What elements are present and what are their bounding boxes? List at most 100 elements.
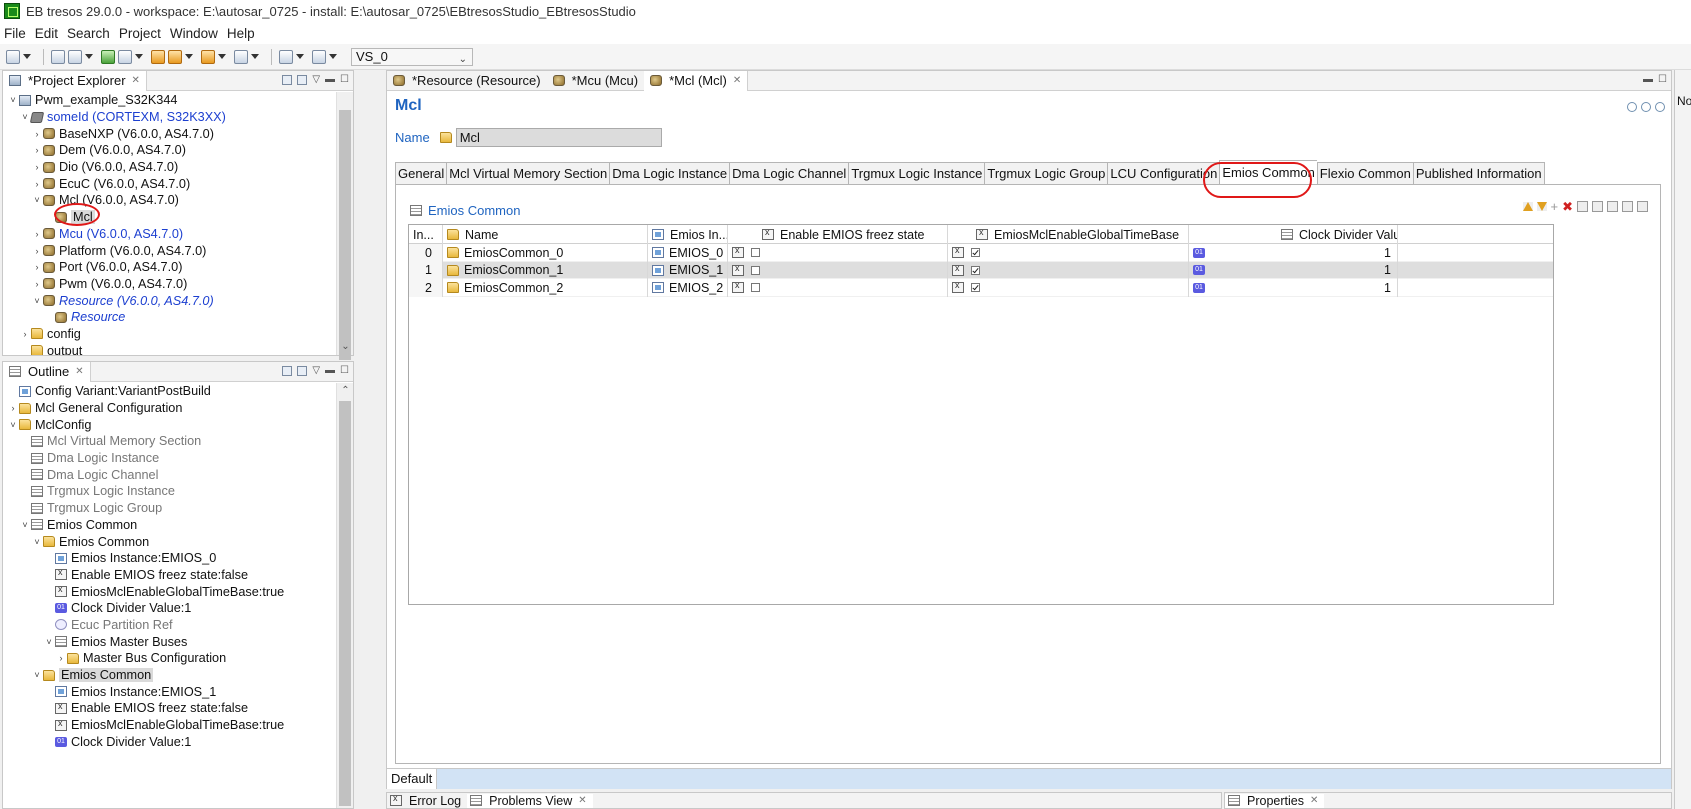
- close-icon[interactable]: ✕: [733, 75, 741, 86]
- tab-properties[interactable]: Properties ✕: [1225, 793, 1325, 808]
- section-tab[interactable]: Dma Logic Instance: [609, 162, 730, 184]
- variant-select[interactable]: VS_0 ⌄: [351, 47, 473, 66]
- move-up-icon[interactable]: [1522, 202, 1533, 211]
- export-icon[interactable]: [312, 49, 326, 64]
- tree-item[interactable]: › Dem (V6.0.0, AS4.7.0): [3, 142, 335, 159]
- tree-item[interactable]: Mcl Virtual Memory Section: [3, 433, 335, 450]
- tree-item[interactable]: › Pwm (V6.0.0, AS4.7.0): [3, 276, 335, 293]
- tree-item[interactable]: › BaseNXP (V6.0.0, AS4.7.0): [3, 125, 335, 142]
- tree-item[interactable]: Dma Logic Instance: [3, 450, 335, 467]
- collapse-all-icon[interactable]: [297, 365, 308, 376]
- tab-project-explorer[interactable]: *Project Explorer ✕: [3, 70, 147, 91]
- chevron-down-icon[interactable]: ˅: [7, 420, 19, 430]
- wand-icon[interactable]: [168, 49, 182, 64]
- row-timebase-cell[interactable]: [948, 244, 1189, 262]
- scrollbar-thumb[interactable]: [339, 401, 351, 806]
- row-instance-cell[interactable]: EMIOS_1: [648, 261, 728, 279]
- tree-item[interactable]: Clock Divider Value:1: [3, 600, 335, 617]
- section-tab[interactable]: Emios Common: [1219, 160, 1317, 184]
- row-divider-cell[interactable]: 1: [1189, 279, 1398, 297]
- tab-outline[interactable]: Outline ✕: [3, 361, 91, 382]
- menu-window[interactable]: Window: [170, 26, 218, 41]
- menu-edit[interactable]: Edit: [35, 26, 58, 41]
- chevron-right-icon[interactable]: ›: [55, 653, 67, 663]
- section-tab[interactable]: General: [395, 162, 447, 184]
- menu-search[interactable]: Search: [67, 26, 110, 41]
- chevron-right-icon[interactable]: ›: [31, 246, 43, 256]
- maximize-icon[interactable]: ☐: [1658, 74, 1667, 85]
- generate-icon[interactable]: [118, 49, 132, 64]
- menu-project[interactable]: Project: [119, 26, 161, 41]
- tree-item[interactable]: Emios Instance:EMIOS_1: [3, 683, 335, 700]
- tab-editor-2[interactable]: *Mcl (Mcl) ✕: [644, 70, 749, 91]
- tree-item[interactable]: › Platform (V6.0.0, AS4.7.0): [3, 242, 335, 259]
- name-field[interactable]: [455, 128, 662, 147]
- tree-item[interactable]: Trgmux Logic Group: [3, 500, 335, 517]
- chevron-right-icon[interactable]: ›: [31, 129, 43, 139]
- section-tab[interactable]: Trgmux Logic Group: [984, 162, 1108, 184]
- chevron-down-icon[interactable]: ˅: [31, 537, 43, 547]
- tree-item[interactable]: › config: [3, 326, 335, 343]
- tree-item[interactable]: Config Variant:VariantPostBuild: [3, 383, 335, 400]
- row-name-cell[interactable]: EmiosCommon_1: [443, 261, 648, 279]
- section-tab[interactable]: Dma Logic Channel: [729, 162, 849, 184]
- column-header[interactable]: EmiosMclEnableGlobalTimeBase: [948, 225, 1189, 244]
- scroll-down-icon[interactable]: ⌄: [337, 339, 354, 355]
- import-icon[interactable]: [279, 49, 293, 64]
- forward-icon[interactable]: [234, 49, 248, 64]
- globe-dropdown-icon[interactable]: [85, 54, 93, 59]
- add-icon[interactable]: +: [1551, 200, 1559, 213]
- back-icon[interactable]: [201, 49, 215, 64]
- tree-item[interactable]: ˅ Pwm_example_S32K344: [3, 92, 335, 109]
- variant-tab-default[interactable]: Default: [387, 768, 438, 789]
- delete-icon[interactable]: ✖: [1562, 200, 1573, 213]
- tree-item[interactable]: Resource: [3, 309, 335, 326]
- chevron-down-icon[interactable]: ˅: [43, 637, 55, 647]
- chevron-down-icon[interactable]: ˅: [19, 520, 31, 530]
- timebase-checkbox[interactable]: [971, 265, 980, 275]
- tab-editor-0[interactable]: *Resource (Resource): [387, 71, 547, 91]
- minimize-icon[interactable]: ▬: [1643, 74, 1653, 85]
- info-icon[interactable]: [1655, 102, 1665, 112]
- import-dropdown-icon[interactable]: [296, 54, 304, 59]
- chevron-right-icon[interactable]: ›: [31, 279, 43, 289]
- tree-item[interactable]: Dma Logic Channel: [3, 466, 335, 483]
- row-freeze-cell[interactable]: [728, 279, 948, 297]
- forward-dropdown-icon[interactable]: [251, 54, 259, 59]
- tab-bottom-0[interactable]: Error Log: [387, 793, 467, 808]
- minimize-icon[interactable]: ▬: [325, 365, 335, 376]
- tree-item[interactable]: EmiosMclEnableGlobalTimeBase:true: [3, 583, 335, 600]
- wand-dropdown-icon[interactable]: [185, 54, 193, 59]
- table-row[interactable]: 2 EmiosCommon_2 EMIOS_2 1: [409, 279, 1553, 297]
- freeze-checkbox[interactable]: [751, 283, 760, 293]
- chevron-right-icon[interactable]: ›: [31, 229, 43, 239]
- row-instance-cell[interactable]: EMIOS_2: [648, 279, 728, 297]
- section-tab[interactable]: LCU Configuration: [1107, 162, 1220, 184]
- export-table-icon[interactable]: [1637, 201, 1648, 212]
- chevron-right-icon[interactable]: ›: [31, 262, 43, 272]
- view-menu-icon[interactable]: ▽: [312, 74, 320, 85]
- freeze-checkbox[interactable]: [751, 248, 760, 258]
- move-down-icon[interactable]: [1536, 202, 1547, 211]
- row-instance-cell[interactable]: EMIOS_0: [648, 244, 728, 262]
- scroll-up-icon[interactable]: ⌃: [337, 383, 354, 399]
- chevron-down-icon[interactable]: ˅: [31, 296, 43, 306]
- close-icon[interactable]: ✕: [132, 75, 140, 86]
- tree-item[interactable]: › Dio (V6.0.0, AS4.7.0): [3, 159, 335, 176]
- chevron-right-icon[interactable]: ›: [31, 145, 43, 155]
- tree-item[interactable]: Trgmux Logic Instance: [3, 483, 335, 500]
- tree-item[interactable]: ˅ someId (CORTEXM, S32K3XX): [3, 109, 335, 126]
- tab-editor-1[interactable]: *Mcu (Mcu): [547, 71, 644, 91]
- save-icon[interactable]: [51, 49, 65, 64]
- table-settings-icon[interactable]: [1622, 201, 1633, 212]
- maximize-icon[interactable]: ☐: [340, 74, 349, 85]
- new-dropdown-icon[interactable]: [23, 54, 31, 59]
- tree-item[interactable]: Enable EMIOS freez state:false: [3, 567, 335, 584]
- project-tree-scrollbar[interactable]: ⌄: [336, 92, 354, 360]
- close-icon[interactable]: ✕: [1310, 795, 1318, 806]
- tree-item[interactable]: › EcuC (V6.0.0, AS4.7.0): [3, 175, 335, 192]
- menu-file[interactable]: File: [4, 26, 26, 41]
- tree-item[interactable]: › Port (V6.0.0, AS4.7.0): [3, 259, 335, 276]
- chevron-down-icon[interactable]: ˅: [31, 670, 43, 680]
- minimize-icon[interactable]: ▬: [325, 74, 335, 85]
